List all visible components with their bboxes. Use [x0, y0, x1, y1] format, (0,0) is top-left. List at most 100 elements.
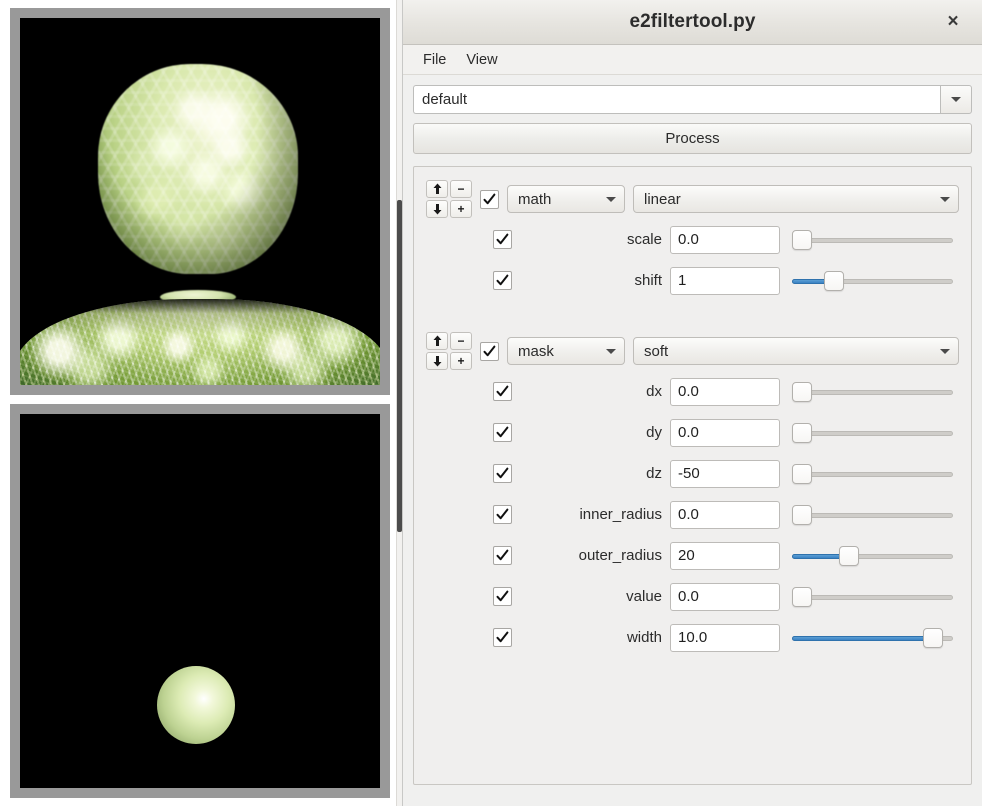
param-label-outer_radius: outer_radius: [512, 547, 670, 564]
slider-groove: [792, 238, 953, 243]
param-slider-width[interactable]: [792, 627, 953, 649]
window-title: e2filtertool.py: [403, 0, 982, 43]
slider-groove: [792, 513, 953, 518]
preset-dropdown-button[interactable]: [940, 85, 972, 114]
slider-handle[interactable]: [839, 546, 859, 566]
param-enable-checkbox-value[interactable]: [493, 587, 512, 606]
param-enable-checkbox-outer_radius[interactable]: [493, 546, 512, 565]
remove-filter-button[interactable]: −: [450, 180, 472, 198]
param-label-width: width: [512, 629, 670, 646]
param-label-dx: dx: [512, 383, 670, 400]
sphere-object: [157, 666, 235, 744]
filter-block-separator: [426, 305, 959, 331]
move-up-button[interactable]: [426, 332, 448, 350]
slider-fill: [792, 636, 942, 641]
close-icon[interactable]: ×: [942, 11, 964, 33]
param-enable-checkbox-dy[interactable]: [493, 423, 512, 442]
preset-input[interactable]: default: [413, 85, 940, 114]
filter-order-controls: −+: [426, 180, 472, 218]
chevron-down-icon: [940, 197, 950, 202]
mode-dropdown-math[interactable]: linear: [633, 185, 959, 213]
slider-handle[interactable]: [792, 230, 812, 250]
param-slider-dz[interactable]: [792, 463, 953, 485]
slider-fill: [792, 554, 845, 559]
param-enable-checkbox-dz[interactable]: [493, 464, 512, 483]
slider-handle[interactable]: [792, 464, 812, 484]
processor-dropdown-label: mask: [518, 343, 554, 360]
param-slider-outer_radius[interactable]: [792, 545, 953, 567]
add-filter-button[interactable]: +: [450, 200, 472, 218]
menu-view[interactable]: View: [458, 49, 505, 71]
processor-dropdown-mask[interactable]: mask: [507, 337, 625, 365]
param-slider-dx[interactable]: [792, 381, 953, 403]
filter-block-header: − + mask soft: [426, 331, 959, 371]
slider-handle[interactable]: [792, 587, 812, 607]
param-slider-dy[interactable]: [792, 422, 953, 444]
filter-stack-panel: −+mathlinearscale0.0shift1−+masksoftdx0.…: [413, 166, 972, 785]
param-input-dz[interactable]: -50: [670, 460, 780, 488]
add-filter-button[interactable]: +: [450, 352, 472, 370]
param-row-shift: shift1: [426, 260, 959, 301]
param-enable-checkbox-dx[interactable]: [493, 382, 512, 401]
slider-groove: [792, 431, 953, 436]
icosahedral-capsid-object: [98, 64, 298, 274]
slider-groove: [792, 390, 953, 395]
param-slider-scale[interactable]: [792, 229, 953, 251]
param-enable-checkbox-scale[interactable]: [493, 230, 512, 249]
param-row-scale: scale0.0: [426, 219, 959, 260]
chevron-down-icon: [606, 349, 616, 354]
param-label-dy: dy: [512, 424, 670, 441]
param-input-inner_radius[interactable]: 0.0: [670, 501, 780, 529]
slider-handle[interactable]: [792, 423, 812, 443]
volume-viewer-filtered[interactable]: [10, 404, 390, 798]
slider-handle[interactable]: [824, 271, 844, 291]
processor-dropdown-math[interactable]: math: [507, 185, 625, 213]
param-input-width[interactable]: 10.0: [670, 624, 780, 652]
param-slider-inner_radius[interactable]: [792, 504, 953, 526]
filter-enable-checkbox-math[interactable]: [480, 190, 499, 209]
filter-block-header: −+mathlinear: [426, 179, 959, 219]
window-body: default Process −+mathlinearscale0.0shif…: [403, 75, 982, 785]
viewer-canvas-top[interactable]: [20, 18, 380, 385]
param-label-dz: dz: [512, 465, 670, 482]
param-row-outer_radius: outer_radius20: [426, 535, 959, 576]
param-enable-checkbox-width[interactable]: [493, 628, 512, 647]
mode-dropdown-label: linear: [644, 191, 681, 208]
param-input-scale[interactable]: 0.0: [670, 226, 780, 254]
processor-dropdown-label: math: [518, 191, 551, 208]
slider-handle[interactable]: [792, 382, 812, 402]
param-enable-checkbox-shift[interactable]: [493, 271, 512, 290]
window-titlebar: e2filtertool.py ×: [403, 0, 982, 45]
param-slider-value[interactable]: [792, 586, 953, 608]
param-input-dx[interactable]: 0.0: [670, 378, 780, 406]
slider-handle[interactable]: [792, 505, 812, 525]
param-input-shift[interactable]: 1: [670, 267, 780, 295]
viewer-column: [0, 0, 396, 806]
move-down-button[interactable]: [426, 200, 448, 218]
param-row-dy: dy0.0: [426, 412, 959, 453]
param-input-value[interactable]: 0.0: [670, 583, 780, 611]
param-enable-checkbox-inner_radius[interactable]: [493, 505, 512, 524]
param-label-shift: shift: [512, 272, 670, 289]
volume-viewer-isosurface[interactable]: [10, 8, 390, 395]
capsid-shading: [96, 62, 300, 276]
move-up-button[interactable]: [426, 180, 448, 198]
preset-combobox[interactable]: default: [413, 85, 972, 114]
remove-filter-button[interactable]: −: [450, 332, 472, 350]
param-input-outer_radius[interactable]: 20: [670, 542, 780, 570]
param-row-value: value0.0: [426, 576, 959, 617]
viewer-canvas-bottom[interactable]: [20, 414, 380, 788]
slider-handle[interactable]: [923, 628, 943, 648]
filter-block-mask: −+masksoftdx0.0dy0.0dz-50inner_radius0.0…: [426, 331, 959, 658]
move-down-button[interactable]: [426, 352, 448, 370]
param-label-scale: scale: [512, 231, 670, 248]
param-label-inner_radius: inner_radius: [512, 506, 670, 523]
filter-enable-checkbox-mask[interactable]: [480, 342, 499, 361]
mode-dropdown-label: soft: [644, 343, 668, 360]
mode-dropdown-mask[interactable]: soft: [633, 337, 959, 365]
param-slider-shift[interactable]: [792, 270, 953, 292]
menu-file[interactable]: File: [415, 49, 454, 71]
slider-groove: [792, 472, 953, 477]
param-input-dy[interactable]: 0.0: [670, 419, 780, 447]
process-button[interactable]: Process: [413, 123, 972, 154]
